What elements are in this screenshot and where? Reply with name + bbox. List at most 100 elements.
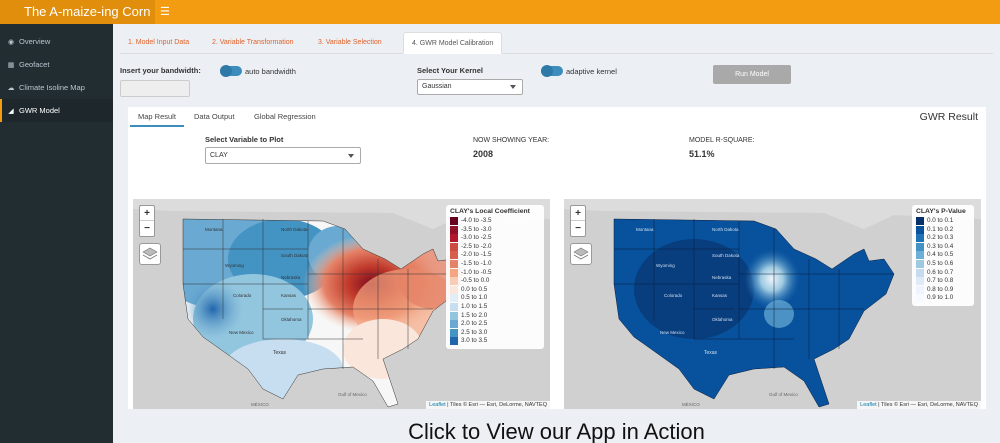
map-label-new-mexico: New Mexico: [660, 330, 685, 335]
step-tabs: 1. Model Input Data 2. Variable Transfor…: [120, 32, 993, 54]
legend-swatch: [450, 259, 458, 268]
coefficient-legend-entry: 0.0 to 0.5: [450, 285, 540, 295]
layers-icon[interactable]: [570, 243, 592, 265]
legend-label: 0.9 to 1.0: [927, 294, 954, 302]
legend-label: -2.0 to -1.5: [461, 251, 492, 259]
legend-label: -1.5 to -1.0: [461, 259, 492, 267]
sidebar-item-gwr-model[interactable]: ◢ GWR Model: [0, 99, 113, 122]
pvalue-legend-entry: 0.6 to 0.7: [916, 268, 970, 278]
zoom-out-button[interactable]: −: [140, 221, 154, 236]
legend-label: -3.5 to -3.0: [461, 225, 492, 233]
legend-label: -4.0 to -3.5: [461, 217, 492, 224]
auto-bandwidth-label: auto bandwidth: [245, 67, 296, 76]
legend-label: 0.0 to 0.5: [461, 285, 488, 293]
sidebar-item-climate-isoline-map[interactable]: ☁ Climate Isoline Map: [0, 76, 113, 99]
tab-gwr-model-calibration[interactable]: 4. GWR Model Calibration: [403, 32, 503, 54]
legend-title: CLAY's P-Value: [916, 208, 966, 215]
pvalue-legend-entry: 0.4 to 0.5: [916, 251, 970, 260]
map-label-nebraska: Nebraska: [712, 275, 732, 280]
legend-label: 0.5 to 1.0: [461, 294, 488, 302]
zoom-control: + −: [570, 205, 586, 237]
map-label-texas: Texas: [273, 350, 287, 356]
zoom-in-button[interactable]: +: [571, 206, 585, 221]
legend-label: 0.0 to 0.1: [927, 217, 954, 224]
legend-label: -3.0 to -2.5: [461, 234, 492, 242]
tab-variable-transformation[interactable]: 2. Variable Transformation: [204, 32, 302, 54]
map-icon: ▦: [7, 62, 15, 69]
map-label-kansas: Kansas: [712, 293, 728, 298]
layers-icon[interactable]: [139, 243, 161, 265]
chart-icon: ◢: [8, 108, 14, 115]
map-label-colorado: Colorado: [233, 293, 252, 298]
variable-value: CLAY: [210, 152, 228, 159]
coefficient-legend-entry: -3.0 to -2.5: [450, 234, 540, 243]
legend-label: 2.5 to 3.0: [461, 328, 488, 336]
map-label-texas: Texas: [704, 350, 718, 356]
legend-swatch: [450, 285, 458, 294]
adaptive-kernel-label: adaptive kernel: [566, 67, 617, 76]
pvalue-legend-entry: 0.0 to 0.1: [916, 217, 970, 226]
coefficient-legend-entry: 2.0 to 2.5: [450, 320, 540, 329]
legend-label: 0.4 to 0.5: [927, 251, 954, 259]
map-label-gulf: Gulf of Mexico: [769, 392, 798, 397]
hamburger-icon[interactable]: ☰: [160, 0, 172, 24]
coefficient-legend-entry: -2.0 to -1.5: [450, 251, 540, 260]
zoom-in-button[interactable]: +: [140, 206, 154, 221]
sidebar-item-overview[interactable]: ◉ Overview: [0, 30, 113, 53]
map-label-north-dakota: North Dakota: [712, 227, 739, 232]
legend-label: 0.3 to 0.4: [927, 242, 954, 250]
legend-swatch: [450, 242, 458, 251]
auto-bandwidth-toggle[interactable]: [220, 65, 242, 77]
map-label-mexico: MÉXICO: [682, 401, 700, 407]
map-label-north-dakota: North Dakota: [281, 227, 308, 232]
legend-label: 0.6 to 0.7: [927, 268, 954, 276]
legend-swatch: [450, 268, 458, 277]
legend-swatch: [916, 242, 924, 251]
legend-label: 0.5 to 0.6: [927, 259, 954, 267]
tab-map-result[interactable]: Map Result: [130, 107, 184, 127]
pvalue-legend-entry: 0.7 to 0.8: [916, 277, 970, 286]
sidebar-item-label: Overview: [19, 37, 51, 46]
chevron-down-icon: [510, 85, 516, 89]
legend-swatch: [450, 311, 458, 320]
leaflet-link[interactable]: Leaflet: [429, 402, 446, 408]
pvalue-map[interactable]: Montana North Dakota South Dakota Wyomin…: [564, 199, 981, 409]
pvalue-legend-entry: 0.8 to 0.9: [916, 285, 970, 295]
chevron-down-icon: [348, 154, 354, 158]
app-title[interactable]: The A-maize-ing Corn: [0, 0, 155, 24]
sidebar-item-label: Climate Isoline Map: [19, 83, 85, 92]
caption[interactable]: Click to View our App in Action: [113, 419, 1000, 443]
legend-title: CLAY's Local Coefficient: [450, 208, 530, 215]
map-label-south-dakota: South Dakota: [712, 253, 740, 258]
coefficient-legend-entry: 0.5 to 1.0: [450, 294, 540, 303]
legend-label: 0.1 to 0.2: [927, 225, 954, 233]
leaflet-link[interactable]: Leaflet: [860, 402, 877, 408]
legend-swatch: [916, 217, 924, 225]
main-content: 1. Model Input Data 2. Variable Transfor…: [113, 24, 1000, 443]
legend-swatch: [450, 225, 458, 234]
tab-data-output[interactable]: Data Output: [186, 107, 242, 127]
result-panel: Map Result Data Output Global Regression…: [128, 107, 986, 409]
kernel-select[interactable]: Gaussian: [417, 79, 523, 95]
adaptive-kernel-toggle[interactable]: [541, 65, 563, 77]
run-model-button[interactable]: Run Model: [713, 65, 791, 84]
legend-swatch: [450, 302, 458, 311]
legend-label: 0.7 to 0.8: [927, 277, 954, 285]
zoom-control: + −: [139, 205, 155, 237]
map-label-montana: Montana: [205, 227, 223, 232]
tab-model-input-data[interactable]: 1. Model Input Data: [120, 32, 197, 54]
variable-select[interactable]: CLAY: [205, 147, 361, 164]
zoom-out-button[interactable]: −: [571, 221, 585, 236]
coefficient-legend-entry: -4.0 to -3.5: [450, 217, 540, 226]
map-label-nebraska: Nebraska: [281, 275, 301, 280]
variable-label: Select Variable to Plot: [205, 135, 284, 144]
tab-global-regression[interactable]: Global Regression: [246, 107, 324, 127]
sidebar-item-geofacet[interactable]: ▦ Geofacet: [0, 53, 113, 76]
attribution-text: | Tiles © Esri — Esri, DeLorme, NAVTEQ: [445, 402, 547, 408]
coefficient-legend-entry: -1.5 to -1.0: [450, 259, 540, 269]
tab-variable-selection[interactable]: 3. Variable Selection: [310, 32, 390, 54]
kernel-label: Select Your Kernel: [417, 66, 483, 75]
coefficient-map[interactable]: Montana North Dakota South Dakota Wyomin…: [133, 199, 550, 409]
legend-swatch: [450, 320, 458, 329]
bandwidth-input[interactable]: [120, 80, 190, 97]
